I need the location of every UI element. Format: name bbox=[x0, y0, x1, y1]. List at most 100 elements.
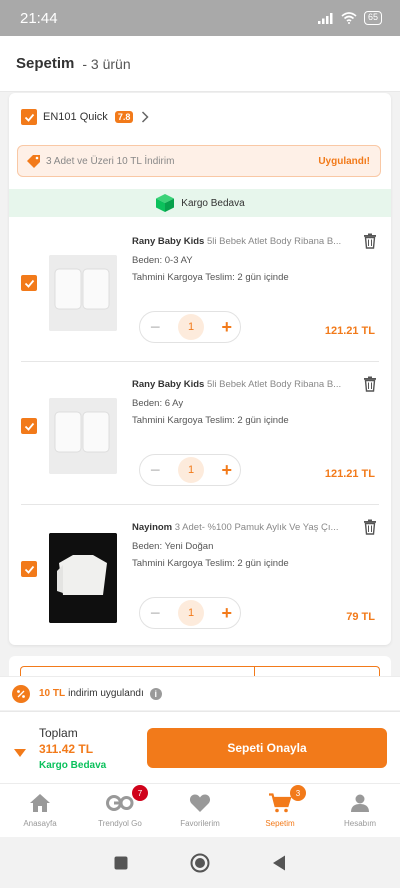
promo-status: Uygulandı! bbox=[318, 155, 370, 167]
cart-item: Rany Baby Kids 5li Bebek Atlet Body Riba… bbox=[9, 219, 391, 361]
product-name: 5li Bebek Atlet Body Ribana B... bbox=[206, 379, 342, 390]
home-icon bbox=[30, 794, 50, 812]
check-icon bbox=[24, 113, 34, 122]
chevron-right-icon[interactable] bbox=[141, 111, 149, 123]
trash-icon[interactable] bbox=[363, 376, 377, 397]
heart-icon bbox=[189, 794, 211, 812]
increase-button[interactable]: + bbox=[221, 461, 232, 479]
shipping-status: Kargo Bedava bbox=[39, 760, 107, 771]
page-title: Sepetim bbox=[16, 55, 75, 72]
nav-item-home[interactable]: Anasayfa bbox=[0, 784, 80, 837]
seller-checkbox[interactable] bbox=[21, 109, 37, 125]
product-title[interactable]: Nayinom 3 Adet- %100 Pamuk Aylık Ve Yaş … bbox=[132, 522, 347, 533]
caret-down-icon[interactable] bbox=[14, 744, 26, 762]
product-size: Beden: 6 Ay bbox=[132, 398, 184, 409]
delivery-estimate: Tahmini Kargoya Teslim: 2 gün içinde bbox=[132, 415, 289, 426]
trash-icon[interactable] bbox=[363, 233, 377, 254]
wifi-icon bbox=[341, 12, 357, 24]
item-checkbox[interactable] bbox=[21, 418, 37, 434]
quantity-stepper: − 1 + bbox=[139, 454, 241, 486]
signal-icon bbox=[317, 13, 333, 24]
user-icon bbox=[351, 794, 369, 812]
product-brand: Rany Baby Kids bbox=[132, 236, 205, 247]
price-tag-icon bbox=[27, 155, 40, 168]
product-size: Beden: Yeni Doğan bbox=[132, 541, 214, 552]
seller-name-link[interactable]: EN101 Quick bbox=[43, 111, 108, 123]
promo-banner: 3 Adet ve Üzeri 10 TL İndirim Uygulandı! bbox=[17, 145, 381, 177]
nav-label: Hesabım bbox=[343, 819, 376, 828]
check-icon bbox=[24, 565, 34, 574]
nav-label: Sepetim bbox=[265, 819, 295, 828]
delivery-estimate: Tahmini Kargoya Teslim: 2 gün içinde bbox=[132, 558, 289, 569]
free-shipping-text: Kargo Bedava bbox=[181, 197, 245, 209]
decrease-button[interactable]: − bbox=[150, 461, 161, 479]
nav-label: Trendyol Go bbox=[98, 819, 142, 828]
discount-text: indirim uygulandı bbox=[68, 688, 144, 699]
quantity-value: 1 bbox=[178, 457, 204, 483]
item-price: 79 TL bbox=[346, 611, 375, 623]
cart-icon bbox=[269, 793, 292, 813]
nav-item-account[interactable]: Hesabım bbox=[320, 784, 400, 837]
discount-amount: 10 TL bbox=[39, 688, 66, 699]
cart-item: Nayinom 3 Adet- %100 Pamuk Aylık Ve Yaş … bbox=[9, 505, 391, 645]
confirm-cart-button[interactable]: Sepeti Onayla bbox=[147, 728, 387, 768]
nav-label: Anasayfa bbox=[23, 819, 57, 828]
decrease-button[interactable]: − bbox=[150, 604, 161, 622]
product-brand: Rany Baby Kids bbox=[132, 379, 205, 390]
back-icon[interactable] bbox=[272, 855, 286, 871]
page-header: Sepetim - 3 ürün bbox=[0, 36, 400, 92]
check-icon bbox=[24, 279, 34, 288]
quantity-value: 1 bbox=[178, 600, 204, 626]
bottom-nav: Anasayfa 7 Trendyol Go Favorilerim 3 Sep… bbox=[0, 783, 400, 837]
product-image[interactable] bbox=[49, 255, 117, 331]
percent-icon bbox=[12, 684, 30, 703]
status-time: 21:44 bbox=[20, 9, 58, 27]
total-label: Toplam bbox=[39, 726, 78, 740]
product-brand: Nayinom bbox=[132, 522, 173, 533]
status-bar: 21:44 65 bbox=[0, 0, 400, 36]
recents-icon[interactable] bbox=[114, 856, 128, 870]
discount-applied-bar: 10 TL indirim uygulandı i bbox=[0, 676, 400, 710]
check-icon bbox=[24, 422, 34, 431]
quantity-stepper: − 1 + bbox=[139, 311, 241, 343]
decrease-button[interactable]: − bbox=[150, 318, 161, 336]
item-checkbox[interactable] bbox=[21, 561, 37, 577]
trendyol-go-icon bbox=[106, 795, 134, 811]
quantity-value: 1 bbox=[178, 314, 204, 340]
seller-row: EN101 Quick 7.8 bbox=[9, 93, 391, 141]
battery-icon: 65 bbox=[363, 11, 382, 25]
product-title[interactable]: Rany Baby Kids 5li Bebek Atlet Body Riba… bbox=[132, 379, 347, 390]
info-icon[interactable]: i bbox=[149, 687, 162, 700]
cart-seller-card: EN101 Quick 7.8 3 Adet ve Üzeri 10 TL İn… bbox=[9, 93, 391, 645]
nav-label: Favorilerim bbox=[180, 819, 220, 828]
cart-badge: 3 bbox=[290, 785, 306, 801]
trash-icon[interactable] bbox=[363, 519, 377, 540]
product-image[interactable] bbox=[49, 398, 117, 474]
item-checkbox[interactable] bbox=[21, 275, 37, 291]
nav-item-trendyol-go[interactable]: 7 Trendyol Go bbox=[80, 784, 160, 837]
total-amount: 311.42 TL bbox=[39, 742, 94, 756]
status-icons: 65 bbox=[317, 11, 382, 25]
home-button-icon[interactable] bbox=[190, 853, 210, 873]
free-shipping-banner: Kargo Bedava bbox=[9, 189, 391, 217]
item-price: 121.21 TL bbox=[324, 325, 375, 337]
delivery-estimate: Tahmini Kargoya Teslim: 2 gün içinde bbox=[132, 272, 289, 283]
item-count: - 3 ürün bbox=[82, 55, 131, 72]
go-badge: 7 bbox=[132, 785, 148, 801]
product-image[interactable] bbox=[49, 533, 117, 623]
promo-text: 3 Adet ve Üzeri 10 TL İndirim bbox=[46, 155, 175, 167]
increase-button[interactable]: + bbox=[221, 604, 232, 622]
cart-item: Rany Baby Kids 5li Bebek Atlet Body Riba… bbox=[9, 362, 391, 504]
cart-summary: Toplam 311.42 TL Kargo Bedava Sepeti Ona… bbox=[0, 711, 400, 783]
product-size: Beden: 0-3 AY bbox=[132, 255, 193, 266]
product-title[interactable]: Rany Baby Kids 5li Bebek Atlet Body Riba… bbox=[132, 236, 347, 247]
box-icon bbox=[156, 194, 175, 212]
nav-item-cart[interactable]: 3 Sepetim bbox=[240, 784, 320, 837]
seller-rating-badge: 7.8 bbox=[114, 111, 134, 123]
item-price: 121.21 TL bbox=[324, 468, 375, 480]
quantity-stepper: − 1 + bbox=[139, 597, 241, 629]
increase-button[interactable]: + bbox=[221, 318, 232, 336]
product-name: 5li Bebek Atlet Body Ribana B... bbox=[206, 236, 342, 247]
product-name: 3 Adet- %100 Pamuk Aylık Ve Yaş Çı... bbox=[174, 522, 339, 533]
nav-item-favorites[interactable]: Favorilerim bbox=[160, 784, 240, 837]
